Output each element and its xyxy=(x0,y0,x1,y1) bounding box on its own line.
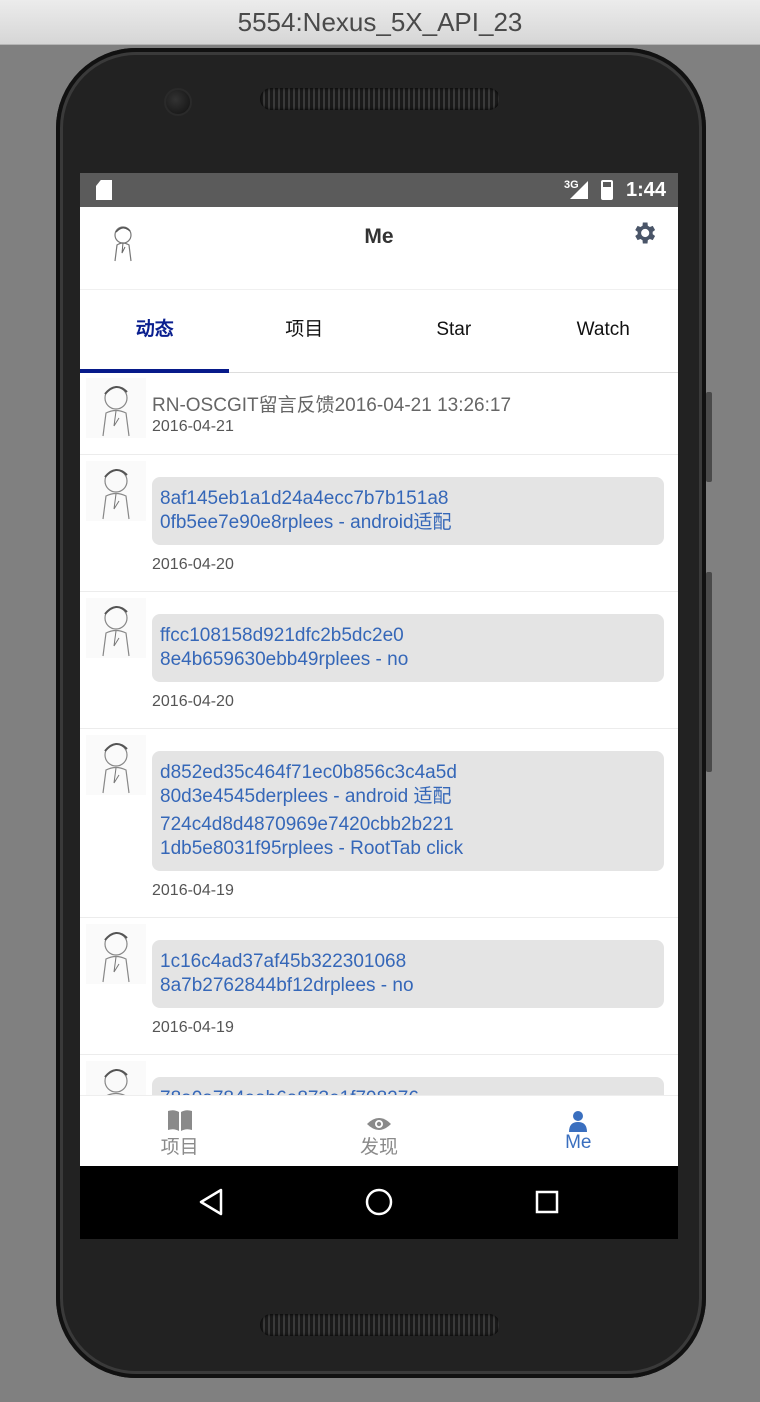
sd-card-icon xyxy=(96,180,112,200)
feed-date: 2016-04-19 xyxy=(152,1019,234,1036)
status-time: 1:44 xyxy=(625,179,666,201)
feed-date: 2016-04-21 xyxy=(152,418,234,435)
list-item[interactable]: ffcc108158d921dfc2b5dc2e0 8e4b659630ebb4… xyxy=(80,592,678,729)
tab-watch[interactable]: Watch xyxy=(529,290,679,372)
app-header: Me xyxy=(80,207,678,290)
list-item[interactable]: d852ed35c464f71ec0b856c3c4a5d 80d3e4545d… xyxy=(80,729,678,918)
commit-link[interactable]: ffcc108158d921dfc2b5dc2e0 8e4b659630ebb4… xyxy=(160,624,656,672)
volume-button xyxy=(706,392,712,482)
recents-icon[interactable] xyxy=(535,1190,559,1214)
nav-discover[interactable]: 发现 xyxy=(279,1096,478,1166)
nav-me[interactable]: Me xyxy=(479,1096,678,1166)
commit-link[interactable]: 78a0a784eab6a873e1f798276 xyxy=(160,1087,656,1095)
avatar xyxy=(86,598,146,658)
top-speaker xyxy=(260,88,500,110)
page-title: Me xyxy=(364,225,394,248)
commit-link[interactable]: 1c16c4ad37af45b322301068 8a7b2762844bf12… xyxy=(160,950,656,998)
list-item[interactable]: RN-OSCGIT留言反馈2016-04-21 13:26:17 2016-04… xyxy=(80,372,678,455)
person-icon xyxy=(569,1111,588,1132)
home-icon[interactable] xyxy=(365,1188,393,1216)
commit-box: 8af145eb1a1d24a4ecc7b7b151a8 0fb5ee7e90e… xyxy=(152,477,664,545)
feed-title: RN-OSCGIT留言反馈2016-04-21 13:26:17 xyxy=(152,395,512,416)
battery-icon xyxy=(601,180,613,200)
app-screen: 3G 1:44 Me 动态 项目 Star Watch RN-OSCGIT留言反… xyxy=(80,173,678,1239)
eye-icon xyxy=(366,1118,391,1130)
list-item[interactable]: 8af145eb1a1d24a4ecc7b7b151a8 0fb5ee7e90e… xyxy=(80,455,678,592)
bottom-speaker xyxy=(260,1314,500,1336)
commit-link[interactable]: 8af145eb1a1d24a4ecc7b7b151a8 0fb5ee7e90e… xyxy=(160,487,656,535)
nav-label: 发现 xyxy=(359,1137,398,1158)
commit-box: 78a0a784eab6a873e1f798276 xyxy=(152,1077,664,1095)
tab-star[interactable]: Star xyxy=(379,290,529,372)
avatar xyxy=(86,378,146,438)
commit-box: d852ed35c464f71ec0b856c3c4a5d 80d3e4545d… xyxy=(152,751,664,871)
gear-icon[interactable] xyxy=(630,219,658,247)
nav-label: Me xyxy=(565,1132,592,1153)
avatar xyxy=(86,924,146,984)
feed-date: 2016-04-20 xyxy=(152,556,234,573)
feed-date: 2016-04-20 xyxy=(152,693,234,710)
front-camera xyxy=(164,88,192,116)
power-button xyxy=(706,572,712,772)
list-item[interactable]: 1c16c4ad37af45b322301068 8a7b2762844bf12… xyxy=(80,918,678,1055)
bottom-nav: 项目 发现 Me xyxy=(80,1095,678,1166)
feed-date: 2016-04-19 xyxy=(152,882,234,899)
tab-projects[interactable]: 项目 xyxy=(230,290,380,372)
tab-bar: 动态 项目 Star Watch xyxy=(80,290,678,373)
signal-icon xyxy=(570,181,588,199)
back-icon[interactable] xyxy=(198,1188,224,1216)
nav-label: 项目 xyxy=(160,1137,199,1158)
nav-projects[interactable]: 项目 xyxy=(80,1096,279,1166)
avatar xyxy=(86,1061,146,1095)
activity-feed[interactable]: RN-OSCGIT留言反馈2016-04-21 13:26:17 2016-04… xyxy=(80,372,678,1095)
commit-link[interactable]: 724c4d8d4870969e7420cbb2b221 1db5e8031f9… xyxy=(160,813,656,861)
commit-link[interactable]: d852ed35c464f71ec0b856c3c4a5d 80d3e4545d… xyxy=(160,761,656,809)
avatar xyxy=(86,735,146,795)
system-nav-bar xyxy=(80,1166,678,1239)
commit-box: ffcc108158d921dfc2b5dc2e0 8e4b659630ebb4… xyxy=(152,614,664,682)
status-bar: 3G 1:44 xyxy=(80,173,678,207)
avatar xyxy=(86,461,146,521)
tab-activity[interactable]: 动态 xyxy=(80,290,230,372)
emulator-title: 5554:Nexus_5X_API_23 xyxy=(0,0,760,45)
list-item[interactable]: 78a0a784eab6a873e1f798276 xyxy=(80,1055,678,1095)
commit-box: 1c16c4ad37af45b322301068 8a7b2762844bf12… xyxy=(152,940,664,1008)
book-icon xyxy=(167,1110,192,1131)
